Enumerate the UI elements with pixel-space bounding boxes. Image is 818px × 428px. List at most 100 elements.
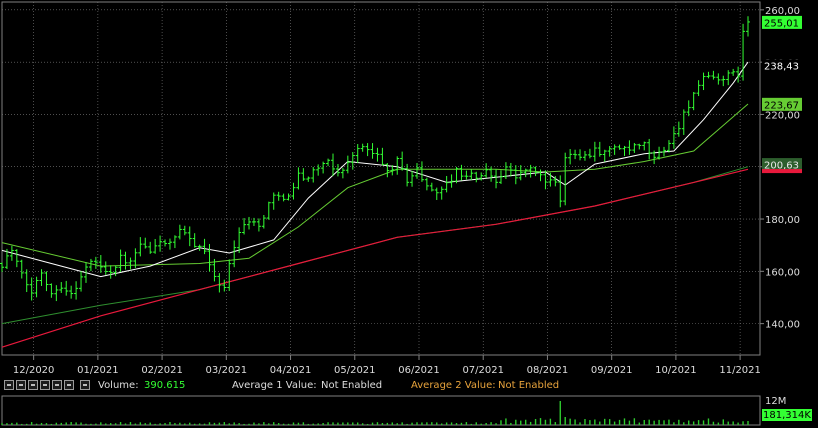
pan-left-button[interactable]	[28, 380, 38, 390]
volume-bar	[95, 423, 97, 425]
volume-bar	[292, 422, 295, 425]
volume-bar	[169, 422, 171, 425]
avg2-label: Average 2 Value:	[411, 380, 496, 391]
volume-bar	[406, 423, 408, 425]
volume-bar	[50, 423, 53, 425]
volume-bar	[594, 419, 596, 425]
volume-bar	[599, 421, 601, 425]
volume-bar	[223, 422, 226, 425]
x-tick-label: 04/2021	[270, 365, 312, 376]
x-tick-label: 02/2021	[141, 365, 183, 376]
volume-bar	[426, 422, 428, 425]
volume-bar	[65, 422, 67, 425]
volume-bar	[139, 422, 142, 425]
volume-bar	[608, 419, 611, 425]
volume-bar	[105, 423, 107, 425]
volume-bar	[60, 422, 62, 425]
ma-long-marker	[762, 169, 802, 174]
volume-bar	[258, 423, 260, 425]
volume-bar	[75, 422, 77, 425]
x-tick-label: 12/2020	[13, 365, 55, 376]
volume-bar	[643, 420, 645, 425]
volume-bar	[520, 420, 522, 425]
zoom-in-button[interactable]	[16, 380, 26, 390]
volume-bar	[648, 419, 650, 425]
pan-right-button[interactable]	[40, 380, 50, 390]
volume-bar	[238, 423, 240, 425]
volume-bar	[623, 418, 626, 425]
volume-bar	[658, 419, 660, 425]
volume-bar	[114, 423, 117, 425]
volume-max-label: 12M	[765, 396, 786, 407]
volume-bar	[618, 419, 621, 425]
volume-bar	[1, 423, 3, 425]
volume-bar	[100, 422, 102, 425]
volume-bar	[228, 423, 230, 425]
volume-bar	[465, 422, 468, 425]
volume-bar	[317, 423, 319, 425]
volume-bar	[613, 421, 616, 425]
volume-bar	[381, 422, 384, 425]
volume-bar	[574, 419, 576, 425]
ma-mid-badge: 223,67	[764, 100, 799, 111]
y-tick-label: 260,00	[765, 6, 800, 17]
x-tick-label: 05/2021	[334, 365, 376, 376]
volume-bar	[431, 422, 433, 425]
volume-bar	[159, 423, 161, 425]
volume-bar	[445, 422, 448, 425]
volume-bar	[243, 423, 245, 425]
avg2-value: Not Enabled	[498, 380, 560, 391]
volume-bar	[273, 422, 275, 425]
volume-bar	[544, 419, 547, 425]
volume-bar	[401, 422, 403, 425]
volume-bar	[80, 422, 82, 425]
volume-bar	[391, 422, 393, 425]
volume-bar	[366, 423, 369, 425]
volume-bar	[129, 422, 132, 425]
volume-bar	[589, 420, 591, 425]
volume-bar	[218, 422, 221, 425]
x-tick-label: 07/2021	[462, 365, 504, 376]
volume-bar	[524, 419, 527, 425]
avg1-value: Not Enabled	[321, 380, 383, 391]
volume-bar	[579, 422, 581, 425]
volume-bar	[554, 422, 557, 425]
volume-bar	[692, 421, 695, 425]
settings-button[interactable]	[64, 380, 74, 390]
volume-bar	[6, 423, 8, 425]
volume-bar	[144, 423, 146, 425]
volume-bar	[702, 420, 705, 425]
volume-bar	[154, 423, 156, 425]
volume-value: 390.615	[144, 380, 186, 391]
volume-bar	[678, 419, 680, 425]
volume-bar	[584, 419, 586, 425]
volume-bar	[174, 423, 176, 425]
zoom-out-button[interactable]	[4, 380, 14, 390]
volume-bar	[233, 422, 235, 425]
x-tick-label: 11/2021	[719, 365, 761, 376]
volume-bar	[90, 423, 92, 425]
volume-bar	[470, 423, 473, 425]
volume-bar	[203, 423, 206, 425]
volume-bar	[668, 419, 670, 425]
volume-bar	[549, 418, 552, 425]
volume-bar	[475, 422, 477, 425]
x-tick-label: 03/2021	[206, 365, 248, 376]
reset-zoom-button[interactable]	[52, 380, 62, 390]
volume-bar	[302, 422, 305, 425]
volume-bar	[70, 422, 72, 425]
volume-bar	[342, 422, 344, 425]
volume-bar	[193, 423, 196, 425]
volume-settings-button[interactable]	[80, 380, 90, 390]
chart-canvas: 140,00160,00180,00200,00220,00240,00260,…	[0, 0, 818, 428]
volume-bar	[653, 420, 655, 425]
volume-bar	[85, 423, 87, 425]
volume-bar	[505, 418, 507, 425]
volume-bar	[421, 422, 423, 425]
last-price-badge: 255,01	[764, 18, 799, 29]
volume-bar	[712, 421, 715, 425]
y-tick-label: 160,00	[765, 267, 800, 278]
volume-bar	[683, 422, 685, 425]
volume-bar	[248, 423, 250, 425]
x-tick-label: 10/2021	[655, 365, 697, 376]
